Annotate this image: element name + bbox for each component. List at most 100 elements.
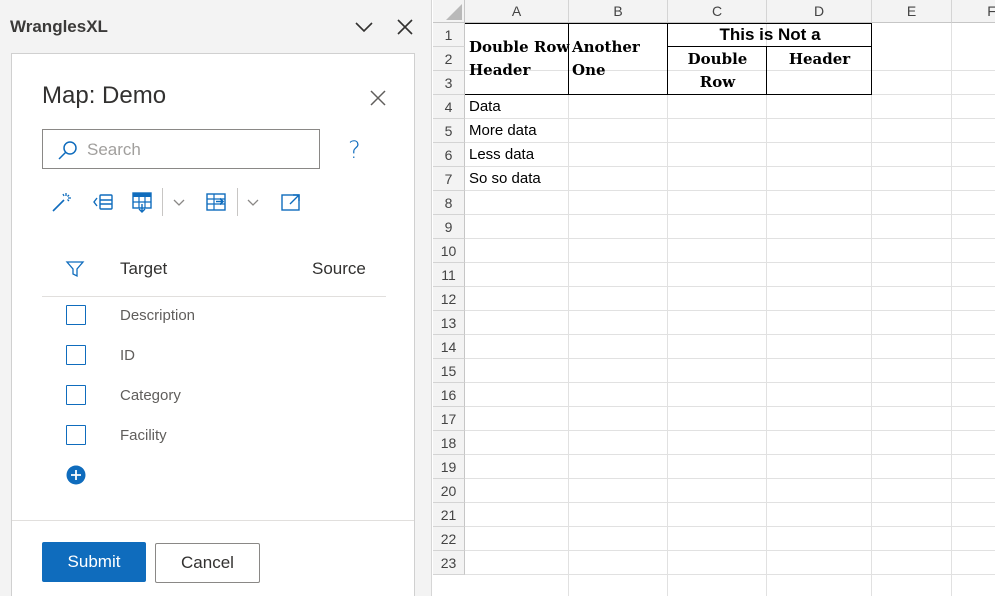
column-header-e[interactable]: E [872, 0, 952, 23]
row-header[interactable]: 6 [433, 143, 465, 167]
cell-a6[interactable]: So so data [469, 170, 541, 187]
row-header[interactable]: 20 [433, 479, 465, 503]
spreadsheet-grid[interactable]: A B C D E F 1 2 3 4 5 6 7 8 9 10 11 12 13 14 15 16 17 18 1… [433, 0, 995, 596]
add-row-icon[interactable] [66, 465, 86, 485]
gridline [465, 478, 995, 479]
cell-a5[interactable]: Less data [469, 146, 534, 163]
gridline [465, 526, 995, 527]
row-header[interactable]: 12 [433, 287, 465, 311]
row-header[interactable]: 14 [433, 335, 465, 359]
row-label: Category [120, 387, 181, 404]
filter-icon[interactable] [65, 259, 85, 279]
row-header[interactable]: 23 [433, 551, 465, 575]
row-header[interactable]: 4 [433, 95, 465, 119]
select-all-corner[interactable] [433, 0, 465, 23]
row-header[interactable]: 1 [433, 23, 465, 47]
cell-border [568, 23, 569, 95]
column-header-c[interactable]: C [668, 0, 767, 23]
table-insert-icon[interactable] [130, 190, 154, 214]
gridline [465, 262, 995, 263]
cell-border [766, 46, 767, 95]
row-header[interactable]: 22 [433, 527, 465, 551]
row-header[interactable]: 19 [433, 455, 465, 479]
open-external-icon[interactable] [279, 190, 303, 214]
gridline [465, 166, 995, 167]
row-header[interactable]: 13 [433, 311, 465, 335]
cell-a1-line2[interactable]: Header [469, 59, 530, 82]
row-header[interactable]: 15 [433, 359, 465, 383]
search-box[interactable] [42, 129, 320, 169]
row-header[interactable]: 5 [433, 119, 465, 143]
row-checkbox[interactable] [66, 305, 86, 325]
cell-border [465, 23, 872, 24]
row-label: Facility [120, 427, 167, 444]
gridline [465, 382, 995, 383]
cell-border [667, 23, 668, 95]
cancel-button[interactable]: Cancel [155, 543, 260, 583]
search-input[interactable] [87, 139, 307, 161]
list-column-icon[interactable] [91, 190, 115, 214]
cell-b1-line2[interactable]: One [572, 59, 606, 82]
help-icon[interactable]: ? [348, 136, 370, 164]
toolbar-separator [237, 188, 238, 216]
gridline [465, 334, 995, 335]
row-label: ID [120, 347, 135, 364]
close-icon[interactable] [367, 87, 389, 109]
cell-a4[interactable]: More data [469, 122, 537, 139]
row-header[interactable]: 10 [433, 239, 465, 263]
gridline [465, 502, 995, 503]
cell-a1-line1[interactable]: Double Row [469, 36, 569, 59]
cell-c2-line1[interactable]: Double [668, 48, 767, 71]
chevron-down-icon[interactable] [352, 15, 376, 39]
gridline [465, 214, 995, 215]
cell-b1-line1[interactable]: Another [572, 36, 640, 59]
gridline [465, 190, 995, 191]
column-header-a[interactable]: A [465, 0, 569, 23]
row-checkbox[interactable] [66, 425, 86, 445]
cell-a3[interactable]: Data [469, 98, 501, 115]
card-title: Map: Demo [42, 82, 167, 109]
row-header[interactable]: 9 [433, 215, 465, 239]
row-header[interactable]: 7 [433, 167, 465, 191]
close-pane-icon[interactable] [393, 15, 417, 39]
chevron-down-icon[interactable] [244, 190, 262, 214]
header-divider [42, 296, 386, 297]
footer-divider [12, 520, 414, 521]
gridline [465, 286, 995, 287]
column-header-f[interactable]: F [952, 0, 995, 23]
list-item: ID [42, 345, 382, 375]
row-label: Description [120, 307, 196, 324]
cell-d2[interactable]: Header [767, 48, 872, 71]
row-header[interactable]: 3 [433, 71, 465, 95]
list-item: Facility [42, 425, 382, 455]
cell-c2-line2[interactable]: Row [668, 71, 767, 94]
search-icon [57, 139, 79, 161]
row-header[interactable]: 8 [433, 191, 465, 215]
row-header[interactable]: 17 [433, 407, 465, 431]
column-header-b[interactable]: B [569, 0, 668, 23]
gridline [465, 118, 995, 119]
row-header[interactable]: 16 [433, 383, 465, 407]
submit-button[interactable]: Submit [42, 542, 146, 582]
row-header[interactable]: 11 [433, 263, 465, 287]
row-checkbox[interactable] [66, 345, 86, 365]
chevron-down-icon[interactable] [170, 190, 188, 214]
table-merge-icon[interactable] [204, 190, 228, 214]
gridline [465, 550, 995, 551]
cell-border [465, 94, 872, 95]
row-header[interactable]: 2 [433, 47, 465, 71]
column-header-d[interactable]: D [767, 0, 872, 23]
task-pane: WranglesXL Map: Demo ? [0, 0, 432, 596]
row-header[interactable]: 21 [433, 503, 465, 527]
magic-wand-icon[interactable] [50, 190, 74, 214]
list-item: Description [42, 305, 382, 335]
gridline [465, 406, 995, 407]
gridline [465, 430, 995, 431]
gridline [465, 454, 995, 455]
gridline [465, 310, 995, 311]
cell-border [667, 46, 872, 47]
row-checkbox[interactable] [66, 385, 86, 405]
row-header[interactable]: 18 [433, 431, 465, 455]
cell-c1-merged[interactable]: This is Not a [668, 25, 872, 45]
cell-border [871, 23, 872, 95]
